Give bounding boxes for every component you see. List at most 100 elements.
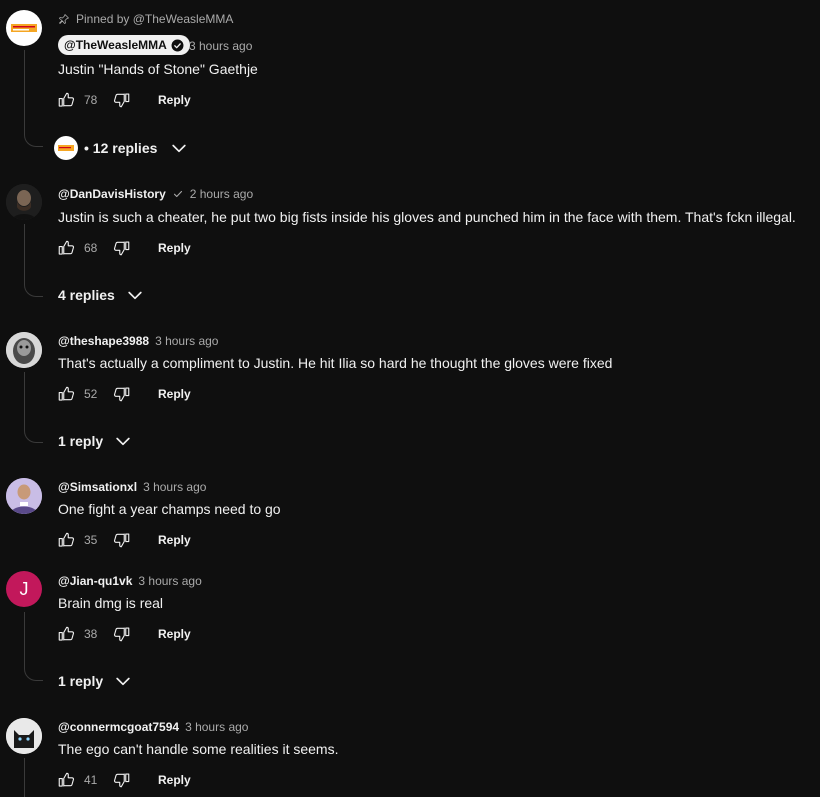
- reply-button[interactable]: Reply: [158, 387, 191, 401]
- like-count: 35: [84, 533, 98, 547]
- timestamp[interactable]: 3 hours ago: [189, 39, 252, 53]
- thread-line: [24, 758, 25, 797]
- comment-header: @Jian-qu1vk 3 hours ago: [58, 574, 202, 588]
- like-count: 41: [84, 773, 98, 787]
- thumbs-up-icon: [57, 771, 75, 789]
- author-handle[interactable]: @theshape3988: [58, 334, 149, 348]
- comment-text: Justin is such a cheater, he put two big…: [58, 209, 796, 225]
- comment-header: @connermcgoat7594 3 hours ago: [58, 720, 248, 734]
- dislike-button[interactable]: [112, 624, 132, 644]
- avatar-cat-icon: [6, 718, 42, 754]
- dislike-button[interactable]: [112, 770, 132, 790]
- avatar-portrait-icon: [6, 478, 42, 514]
- thread-line: [24, 50, 25, 130]
- comment-actions: 38 Reply: [56, 624, 191, 644]
- timestamp[interactable]: 3 hours ago: [185, 720, 248, 734]
- author-handle[interactable]: @connermcgoat7594: [58, 720, 179, 734]
- comment-thread: @theshape3988 3 hours ago That's actuall…: [0, 320, 820, 468]
- comment-actions: 41 Reply: [56, 770, 191, 790]
- channel-logo-icon: [58, 145, 74, 151]
- view-replies-button[interactable]: 4 replies: [58, 285, 145, 305]
- creator-reply-avatar: [54, 136, 78, 160]
- comment-text: One fight a year champs need to go: [58, 501, 281, 517]
- pinned-label: Pinned by @TheWeasleMMA: [76, 12, 234, 26]
- thread-line: [24, 612, 25, 664]
- like-button[interactable]: [56, 90, 76, 110]
- chevron-down-icon: [113, 431, 133, 451]
- timestamp[interactable]: 3 hours ago: [155, 334, 218, 348]
- thumbs-up-icon: [57, 385, 75, 403]
- avatar-letter: J: [19, 578, 29, 599]
- view-replies-button[interactable]: 1 reply: [58, 431, 133, 451]
- comment-thread: @connermcgoat7594 3 hours ago The ego ca…: [0, 708, 820, 797]
- dislike-button[interactable]: [112, 90, 132, 110]
- timestamp[interactable]: 2 hours ago: [190, 187, 253, 201]
- like-count: 68: [84, 241, 98, 255]
- avatar[interactable]: [6, 718, 42, 754]
- author-handle[interactable]: @TheWeasleMMA: [64, 38, 167, 52]
- like-button[interactable]: [56, 384, 76, 404]
- author-handle[interactable]: @Simsationxl: [58, 480, 137, 494]
- pinned-indicator: Pinned by @TheWeasleMMA: [58, 12, 233, 26]
- author-handle[interactable]: @Jian-qu1vk: [58, 574, 132, 588]
- thumbs-down-icon: [113, 385, 131, 403]
- verified-check-icon: [173, 190, 182, 198]
- like-button[interactable]: [56, 238, 76, 258]
- avatar[interactable]: J: [6, 571, 42, 607]
- reply-button[interactable]: Reply: [158, 241, 191, 255]
- comment-actions: 68 Reply: [56, 238, 191, 258]
- timestamp[interactable]: 3 hours ago: [143, 480, 206, 494]
- reply-button[interactable]: Reply: [158, 93, 191, 107]
- replies-count-label[interactable]: 1 reply: [58, 673, 103, 689]
- view-replies-button[interactable]: 1 reply: [58, 671, 133, 691]
- thumbs-up-icon: [57, 91, 75, 109]
- like-button[interactable]: [56, 624, 76, 644]
- chevron-down-icon: [169, 138, 189, 158]
- thumbs-down-icon: [113, 771, 131, 789]
- like-button[interactable]: [56, 770, 76, 790]
- thumbs-down-icon: [113, 91, 131, 109]
- replies-count-label[interactable]: • 12 replies: [84, 140, 157, 156]
- avatar[interactable]: [6, 478, 42, 514]
- thumbs-up-icon: [57, 625, 75, 643]
- comment-header: @Simsationxl 3 hours ago: [58, 480, 206, 494]
- reply-button[interactable]: Reply: [158, 773, 191, 787]
- thread-curve: [24, 280, 43, 297]
- comment-thread: @Simsationxl 3 hours ago One fight a yea…: [0, 468, 820, 562]
- thread-line: [24, 372, 25, 426]
- like-count: 38: [84, 627, 98, 641]
- thread-curve: [24, 664, 43, 681]
- comment-text: Justin "Hands of Stone" Gaethje: [58, 61, 258, 77]
- replies-count-label[interactable]: 1 reply: [58, 433, 103, 449]
- reply-button[interactable]: Reply: [158, 533, 191, 547]
- avatar[interactable]: [6, 10, 42, 46]
- like-button[interactable]: [56, 530, 76, 550]
- pin-icon: [59, 14, 69, 24]
- comment-thread: J @Jian-qu1vk 3 hours ago Brain dmg is r…: [0, 562, 820, 708]
- dislike-button[interactable]: [112, 238, 132, 258]
- thumbs-down-icon: [113, 531, 131, 549]
- view-replies-button[interactable]: • 12 replies: [54, 136, 189, 160]
- dislike-button[interactable]: [112, 530, 132, 550]
- comment-header: @DanDavisHistory 2 hours ago: [58, 187, 253, 201]
- comment-header: @theshape3988 3 hours ago: [58, 334, 218, 348]
- comment-thread: @DanDavisHistory 2 hours ago Justin is s…: [0, 170, 820, 320]
- timestamp[interactable]: 3 hours ago: [138, 574, 201, 588]
- thumbs-down-icon: [113, 239, 131, 257]
- avatar[interactable]: [6, 332, 42, 368]
- comment-actions: 78 Reply: [56, 90, 191, 110]
- like-count: 78: [84, 93, 98, 107]
- author-handle[interactable]: @DanDavisHistory: [58, 187, 166, 201]
- avatar[interactable]: [6, 184, 42, 220]
- comment-actions: 52 Reply: [56, 384, 191, 404]
- replies-count-label[interactable]: 4 replies: [58, 287, 115, 303]
- reply-button[interactable]: Reply: [158, 627, 191, 641]
- avatar-mask-icon: [6, 332, 42, 368]
- avatar-portrait-icon: [6, 184, 42, 220]
- thumbs-up-icon: [57, 531, 75, 549]
- comment-text: That's actually a compliment to Justin. …: [58, 355, 613, 371]
- thumbs-up-icon: [57, 239, 75, 257]
- author-handle-chip[interactable]: @TheWeasleMMA: [58, 35, 190, 55]
- chevron-down-icon: [125, 285, 145, 305]
- dislike-button[interactable]: [112, 384, 132, 404]
